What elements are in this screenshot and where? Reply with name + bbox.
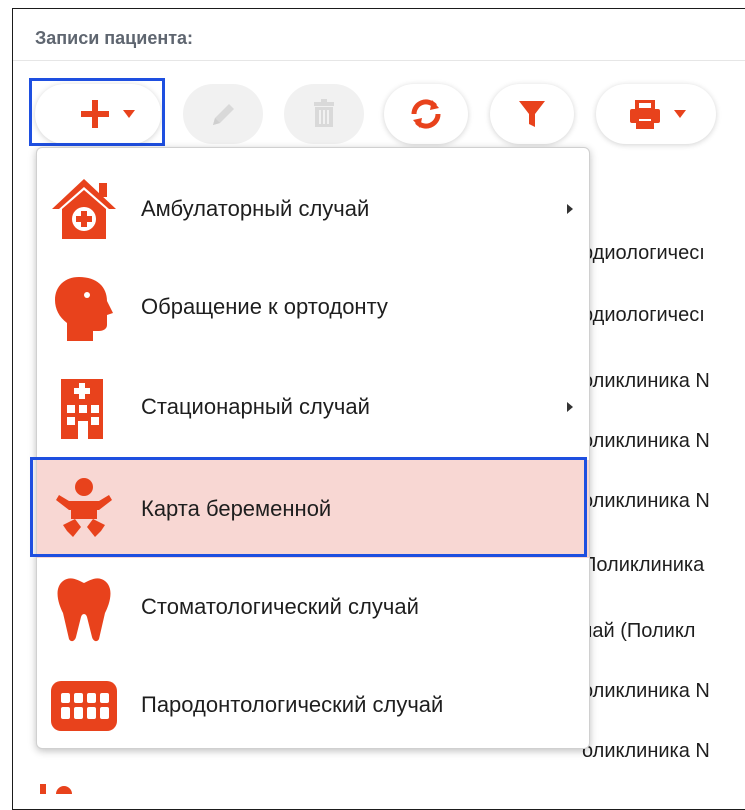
refresh-button[interactable] bbox=[384, 84, 468, 144]
list-item: рдиологичесı bbox=[582, 242, 705, 264]
list-item: оликлиника N bbox=[582, 430, 710, 452]
refresh-icon bbox=[411, 99, 441, 129]
trash-icon bbox=[314, 99, 334, 127]
clinic-house-icon bbox=[52, 179, 116, 239]
teeth-row-icon bbox=[51, 681, 117, 731]
menu-item-label: Стационарный случай bbox=[141, 394, 370, 419]
menu-item-inpatient[interactable]: Стационарный случай bbox=[37, 358, 589, 456]
print-icon bbox=[630, 100, 686, 129]
list-item: Поликлиника bbox=[582, 554, 705, 576]
list-item: оликлиника N bbox=[582, 740, 710, 762]
list-item: оликлиника N bbox=[582, 490, 710, 512]
tooth-icon bbox=[57, 578, 111, 642]
chevron-down-icon bbox=[674, 110, 686, 118]
list-item: рдиологичесı bbox=[582, 304, 705, 326]
menu-selection-outline bbox=[30, 457, 587, 557]
panel-divider bbox=[13, 60, 745, 61]
menu-item-orthodontist[interactable]: Обращение к ортодонту bbox=[37, 258, 589, 356]
pencil-icon bbox=[213, 104, 234, 125]
delete-button[interactable] bbox=[284, 84, 364, 144]
edit-button[interactable] bbox=[183, 84, 263, 144]
menu-item-dental[interactable]: Стоматологический случай bbox=[37, 558, 589, 656]
filter-button[interactable] bbox=[490, 84, 574, 144]
submenu-arrow-icon bbox=[567, 402, 573, 412]
list-row-icon bbox=[40, 784, 72, 794]
add-button-selection bbox=[29, 78, 165, 146]
list-item: оликлиника N bbox=[582, 680, 710, 702]
submenu-arrow-icon bbox=[567, 204, 573, 214]
list-item: чай (Поликл bbox=[582, 620, 696, 642]
add-record-menu: Амбулаторный случай Обращение к ортодонт… bbox=[36, 147, 590, 749]
list-item: оликлиника N bbox=[582, 370, 710, 392]
menu-item-label: Амбулаторный случай bbox=[141, 196, 370, 221]
menu-item-label: Обращение к ортодонту bbox=[141, 294, 388, 319]
menu-item-periodontal[interactable]: Пародонтологический случай bbox=[37, 656, 589, 754]
filter-icon bbox=[519, 101, 545, 127]
menu-item-ambulatory[interactable]: Амбулаторный случай bbox=[37, 160, 589, 258]
print-button[interactable] bbox=[596, 84, 716, 144]
hospital-building-icon bbox=[61, 379, 103, 439]
head-profile-icon bbox=[55, 277, 113, 341]
menu-item-label: Пародонтологический случай bbox=[141, 692, 444, 717]
menu-item-label: Стоматологический случай bbox=[141, 594, 419, 619]
panel-title: Записи пациента: bbox=[35, 28, 194, 48]
